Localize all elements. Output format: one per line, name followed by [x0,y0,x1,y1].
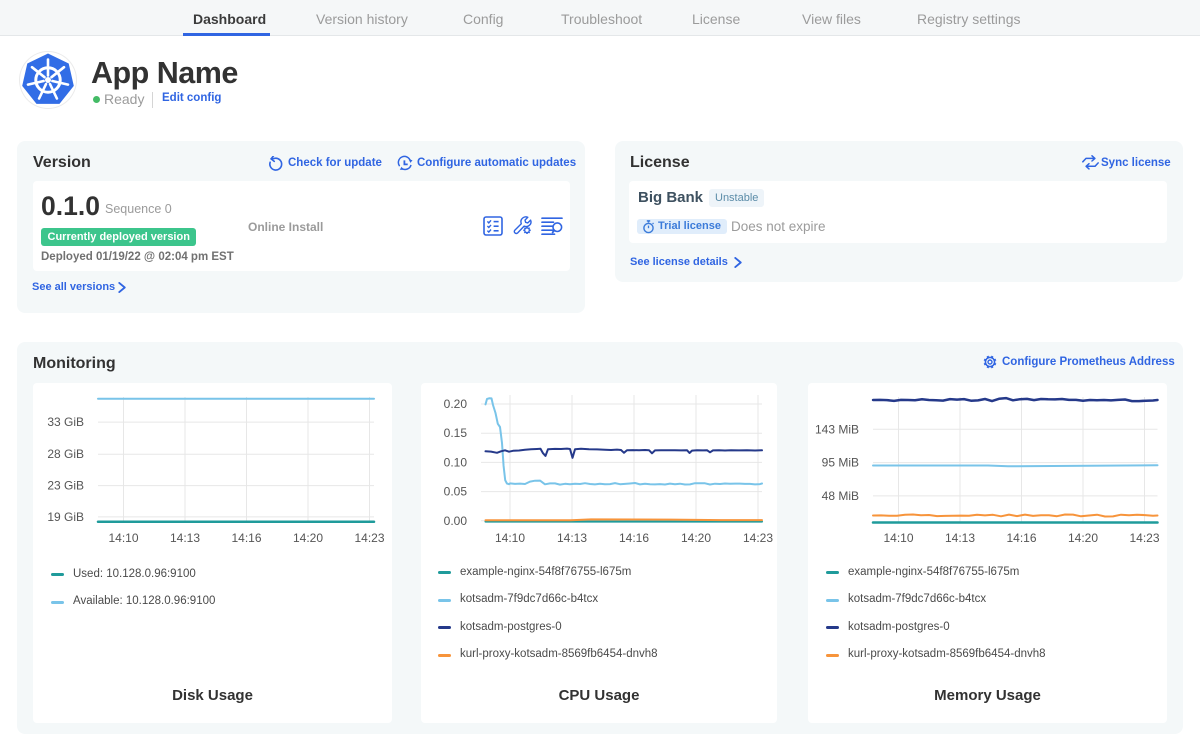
svg-text:14:16: 14:16 [231,531,261,545]
svg-text:0.05: 0.05 [444,485,468,499]
svg-text:23 GiB: 23 GiB [47,479,84,493]
svg-text:0.15: 0.15 [444,426,468,440]
svg-text:28 GiB: 28 GiB [47,447,84,461]
svg-text:14:13: 14:13 [170,531,200,545]
svg-text:143 MiB: 143 MiB [815,422,859,436]
svg-text:33 GiB: 33 GiB [47,415,84,429]
svg-text:14:20: 14:20 [681,531,711,545]
svg-text:14:13: 14:13 [557,531,587,545]
svg-text:19 GiB: 19 GiB [47,510,84,524]
svg-text:14:10: 14:10 [108,531,138,545]
svg-text:0.20: 0.20 [444,397,468,411]
svg-text:95 MiB: 95 MiB [822,456,859,470]
svg-text:14:20: 14:20 [1068,531,1098,545]
svg-text:14:10: 14:10 [883,531,913,545]
svg-text:14:23: 14:23 [743,531,773,545]
svg-text:14:20: 14:20 [293,531,323,545]
svg-text:14:16: 14:16 [619,531,649,545]
svg-text:48 MiB: 48 MiB [822,489,859,503]
svg-text:14:23: 14:23 [354,531,384,545]
svg-text:0.10: 0.10 [444,455,468,469]
svg-text:14:13: 14:13 [945,531,975,545]
svg-text:14:23: 14:23 [1129,531,1159,545]
svg-text:14:16: 14:16 [1006,531,1036,545]
svg-text:14:10: 14:10 [495,531,525,545]
svg-text:0.00: 0.00 [444,514,468,528]
